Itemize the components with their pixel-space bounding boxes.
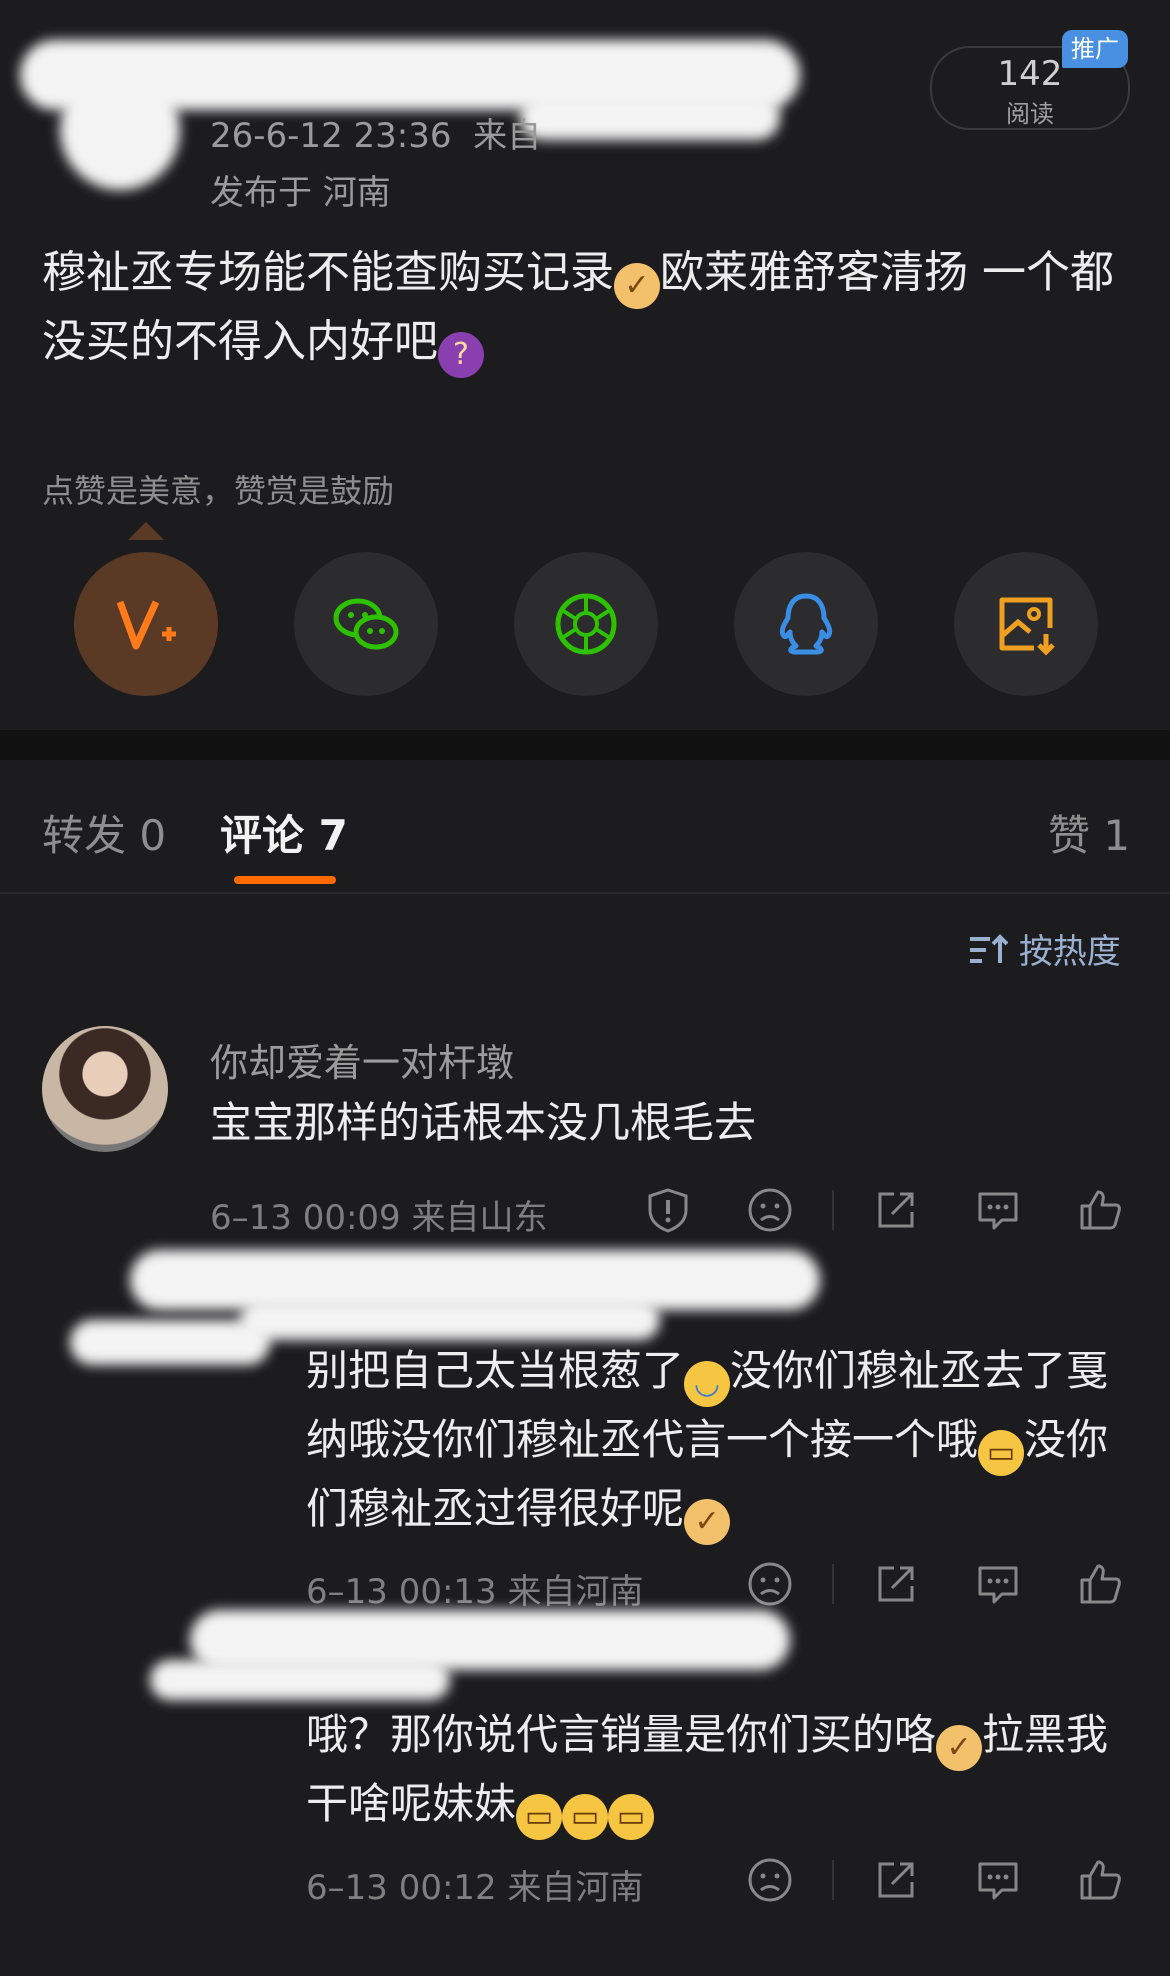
share-icon bbox=[878, 1862, 914, 1898]
grin-emoji-icon: ▭ bbox=[608, 1794, 655, 1840]
moments-icon bbox=[555, 593, 617, 655]
laughing-emoji-icon: ◡ bbox=[684, 1361, 731, 1407]
pointer-caret bbox=[128, 522, 164, 540]
reply-meta: 6–13 00:12 来自河南 bbox=[306, 1868, 644, 1908]
ok-hand-emoji-icon: ✓ bbox=[936, 1725, 983, 1771]
tab-repost[interactable]: 转发 0 bbox=[42, 802, 166, 863]
save-image-button[interactable] bbox=[954, 552, 1098, 696]
tab-likes[interactable]: 赞 1 bbox=[1048, 802, 1130, 863]
comment-meta: 6–13 00:09 来自山东 bbox=[210, 1198, 548, 1238]
promote-badge[interactable]: 推广 bbox=[1062, 30, 1128, 68]
share-button[interactable] bbox=[872, 1186, 920, 1234]
redaction-mark bbox=[70, 1320, 270, 1365]
share-icon bbox=[878, 1192, 914, 1228]
comment-icon bbox=[978, 1862, 1018, 1900]
read-label: 阅读 bbox=[1006, 100, 1054, 128]
thumbs-up-icon bbox=[1080, 1564, 1121, 1604]
ok-hand-emoji-icon: ✓ bbox=[614, 263, 660, 309]
tab-bar: 转发 0 评论 7 赞 1 bbox=[0, 760, 1170, 894]
dislike-button[interactable] bbox=[746, 1856, 794, 1904]
thumbs-up-icon bbox=[1080, 1190, 1121, 1230]
sort-label: 按热度 bbox=[1018, 932, 1121, 972]
comment-text: 宝宝那样的话根本没几根毛去 bbox=[210, 1098, 757, 1147]
report-button[interactable] bbox=[644, 1186, 692, 1234]
divider bbox=[832, 1860, 834, 1900]
post-header: 26-6-12 23:36 来自 发布于 河南 142 阅读 推广 穆祉丞专场能… bbox=[0, 0, 1170, 730]
ok-hand-emoji-icon: ✓ bbox=[684, 1499, 731, 1545]
qq-icon bbox=[779, 593, 833, 655]
redaction-mark bbox=[520, 95, 780, 140]
post-timestamp: 26-6-12 23:36 来自 bbox=[210, 116, 542, 156]
wechat-share-button[interactable] bbox=[294, 552, 438, 696]
reward-hint: 点赞是美意，赞赏是鼓励 bbox=[42, 472, 395, 510]
frown-icon bbox=[748, 1188, 792, 1232]
reply-button[interactable] bbox=[974, 1186, 1022, 1234]
grin-emoji-icon: ▭ bbox=[516, 1794, 563, 1840]
post-text-part1: 穆祉丞专场能不能查购买记录 bbox=[42, 247, 614, 298]
comment-icon bbox=[978, 1566, 1018, 1604]
save-image-icon bbox=[999, 597, 1055, 656]
sort-button[interactable]: 按热度 bbox=[968, 924, 1121, 973]
divider bbox=[832, 1564, 834, 1604]
post-location: 发布于 河南 bbox=[210, 173, 391, 213]
shrug-emoji-icon: ? bbox=[438, 332, 484, 378]
reply-button[interactable] bbox=[974, 1856, 1022, 1904]
reply-text: 哦？那你说代言销量是你们买的咯 ✓ 拉黑我干啥呢妹妹 ▭ ▭ ▭ bbox=[306, 1702, 1136, 1840]
v-plus-icon bbox=[116, 600, 176, 650]
qq-share-button[interactable] bbox=[734, 552, 878, 696]
share-button[interactable] bbox=[872, 1856, 920, 1904]
frown-icon bbox=[748, 1562, 792, 1606]
section-separator bbox=[0, 730, 1170, 760]
redaction-mark bbox=[60, 70, 180, 190]
share-button[interactable] bbox=[872, 1560, 920, 1608]
like-button[interactable] bbox=[1076, 1560, 1124, 1608]
reply-meta: 6–13 00:13 来自河南 bbox=[306, 1572, 644, 1612]
like-button[interactable] bbox=[1076, 1186, 1124, 1234]
like-button[interactable] bbox=[1076, 1856, 1124, 1904]
divider bbox=[832, 1190, 834, 1230]
post-body: 穆祉丞专场能不能查购买记录 ✓ 欧莱雅舒客清扬 一个都没买的不得入内好吧? bbox=[42, 240, 1132, 378]
frown-icon bbox=[748, 1858, 792, 1902]
redaction-mark bbox=[150, 1660, 450, 1700]
dislike-button[interactable] bbox=[746, 1186, 794, 1234]
comment-username[interactable]: 你却爱着一对杆墩 bbox=[210, 1032, 514, 1087]
moments-share-button[interactable] bbox=[514, 552, 658, 696]
reply-text: 别把自己太当根葱了 ◡ 没你们穆祉丞去了戛纳哦没你们穆祉丞代言一个接一个哦 ▭ 没你们穆… bbox=[306, 1338, 1136, 1545]
share-icon bbox=[878, 1566, 914, 1602]
report-icon bbox=[648, 1188, 688, 1233]
reply-button[interactable] bbox=[974, 1560, 1022, 1608]
avatar[interactable] bbox=[42, 1026, 168, 1152]
sort-icon bbox=[970, 934, 1009, 963]
comment-icon bbox=[978, 1192, 1018, 1230]
thumbs-up-icon bbox=[1080, 1860, 1121, 1900]
dislike-button[interactable] bbox=[746, 1560, 794, 1608]
v-plus-button[interactable] bbox=[74, 552, 218, 696]
wechat-icon bbox=[333, 598, 399, 650]
tab-comments[interactable]: 评论 7 bbox=[220, 802, 348, 863]
grin-emoji-icon: ▭ bbox=[978, 1430, 1025, 1476]
grin-emoji-icon: ▭ bbox=[562, 1794, 609, 1840]
redaction-mark bbox=[240, 1300, 660, 1340]
active-tab-indicator bbox=[234, 876, 336, 884]
